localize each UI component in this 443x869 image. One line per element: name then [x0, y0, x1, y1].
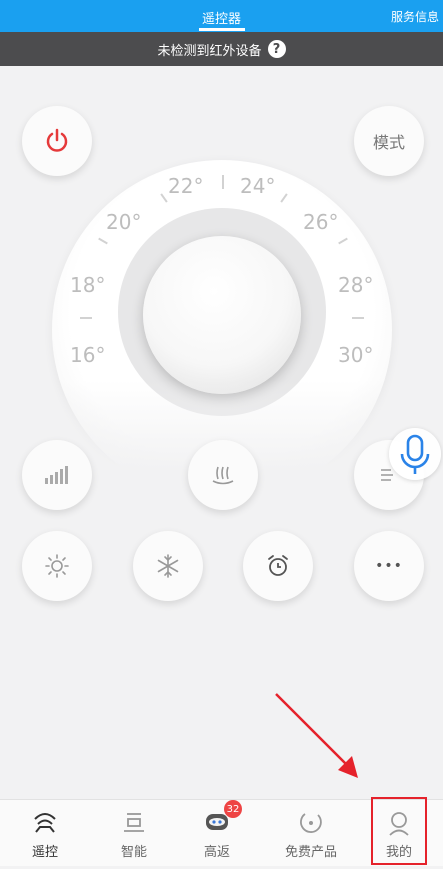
dial-tick: [222, 175, 224, 189]
dial-tick: [80, 317, 92, 319]
rebate-count-badge: 32: [224, 800, 242, 818]
tab-remote[interactable]: 遥控器: [0, 8, 443, 27]
temp-label-28: 28°: [338, 273, 374, 297]
temp-label-24: 24°: [240, 174, 276, 198]
temp-label-20: 20°: [106, 210, 142, 234]
dial-tick: [352, 317, 364, 319]
nav-rebate-label: 高返: [203, 845, 230, 860]
nav-remote[interactable]: 遥控: [10, 800, 80, 866]
cool-mode-button[interactable]: [133, 531, 203, 601]
annotation-highlight-box: [371, 797, 427, 865]
tab-underline: [199, 28, 245, 31]
nav-smart[interactable]: 智能: [99, 800, 169, 866]
fan-speed-button[interactable]: [22, 440, 92, 510]
temp-label-18: 18°: [70, 273, 106, 297]
free-product-icon: [300, 813, 322, 833]
annotation-arrow: [275, 693, 358, 778]
nav-remote-label: 遥控: [31, 845, 58, 860]
power-icon: [46, 128, 68, 152]
snowflake-icon: [157, 554, 179, 578]
air-swing-icon: [212, 466, 234, 485]
nav-smart-label: 智能: [120, 845, 147, 860]
heat-mode-button[interactable]: [22, 531, 92, 601]
power-button[interactable]: [22, 106, 92, 176]
temp-label-30: 30°: [338, 343, 374, 367]
temperature-knob[interactable]: [143, 236, 301, 394]
ir-notice-bar: 未检测到红外设备 ?: [0, 32, 443, 66]
smart-icon: [124, 813, 144, 832]
ir-notice-text: 未检测到红外设备: [157, 43, 262, 59]
remote-icon: [34, 813, 56, 833]
help-icon[interactable]: ?: [267, 40, 286, 58]
service-info-link[interactable]: 服务信息: [391, 8, 439, 25]
more-button[interactable]: •••: [354, 531, 424, 601]
nav-free-product[interactable]: 免费产品: [276, 800, 346, 866]
alarm-clock-icon: [268, 555, 288, 576]
signal-bars-icon: [45, 466, 68, 484]
temp-label-16: 16°: [70, 343, 106, 367]
timer-button[interactable]: [243, 531, 313, 601]
temp-label-22: 22°: [168, 174, 204, 198]
top-bar: 遥控器 服务信息: [0, 0, 443, 32]
swing-button[interactable]: [188, 440, 258, 510]
mode-button[interactable]: 模式: [354, 106, 424, 176]
voice-button[interactable]: [389, 428, 441, 480]
temp-label-26: 26°: [303, 210, 339, 234]
nav-free-product-label: 免费产品: [284, 845, 337, 860]
microphone-icon: [400, 434, 430, 474]
sun-icon: [45, 554, 69, 578]
